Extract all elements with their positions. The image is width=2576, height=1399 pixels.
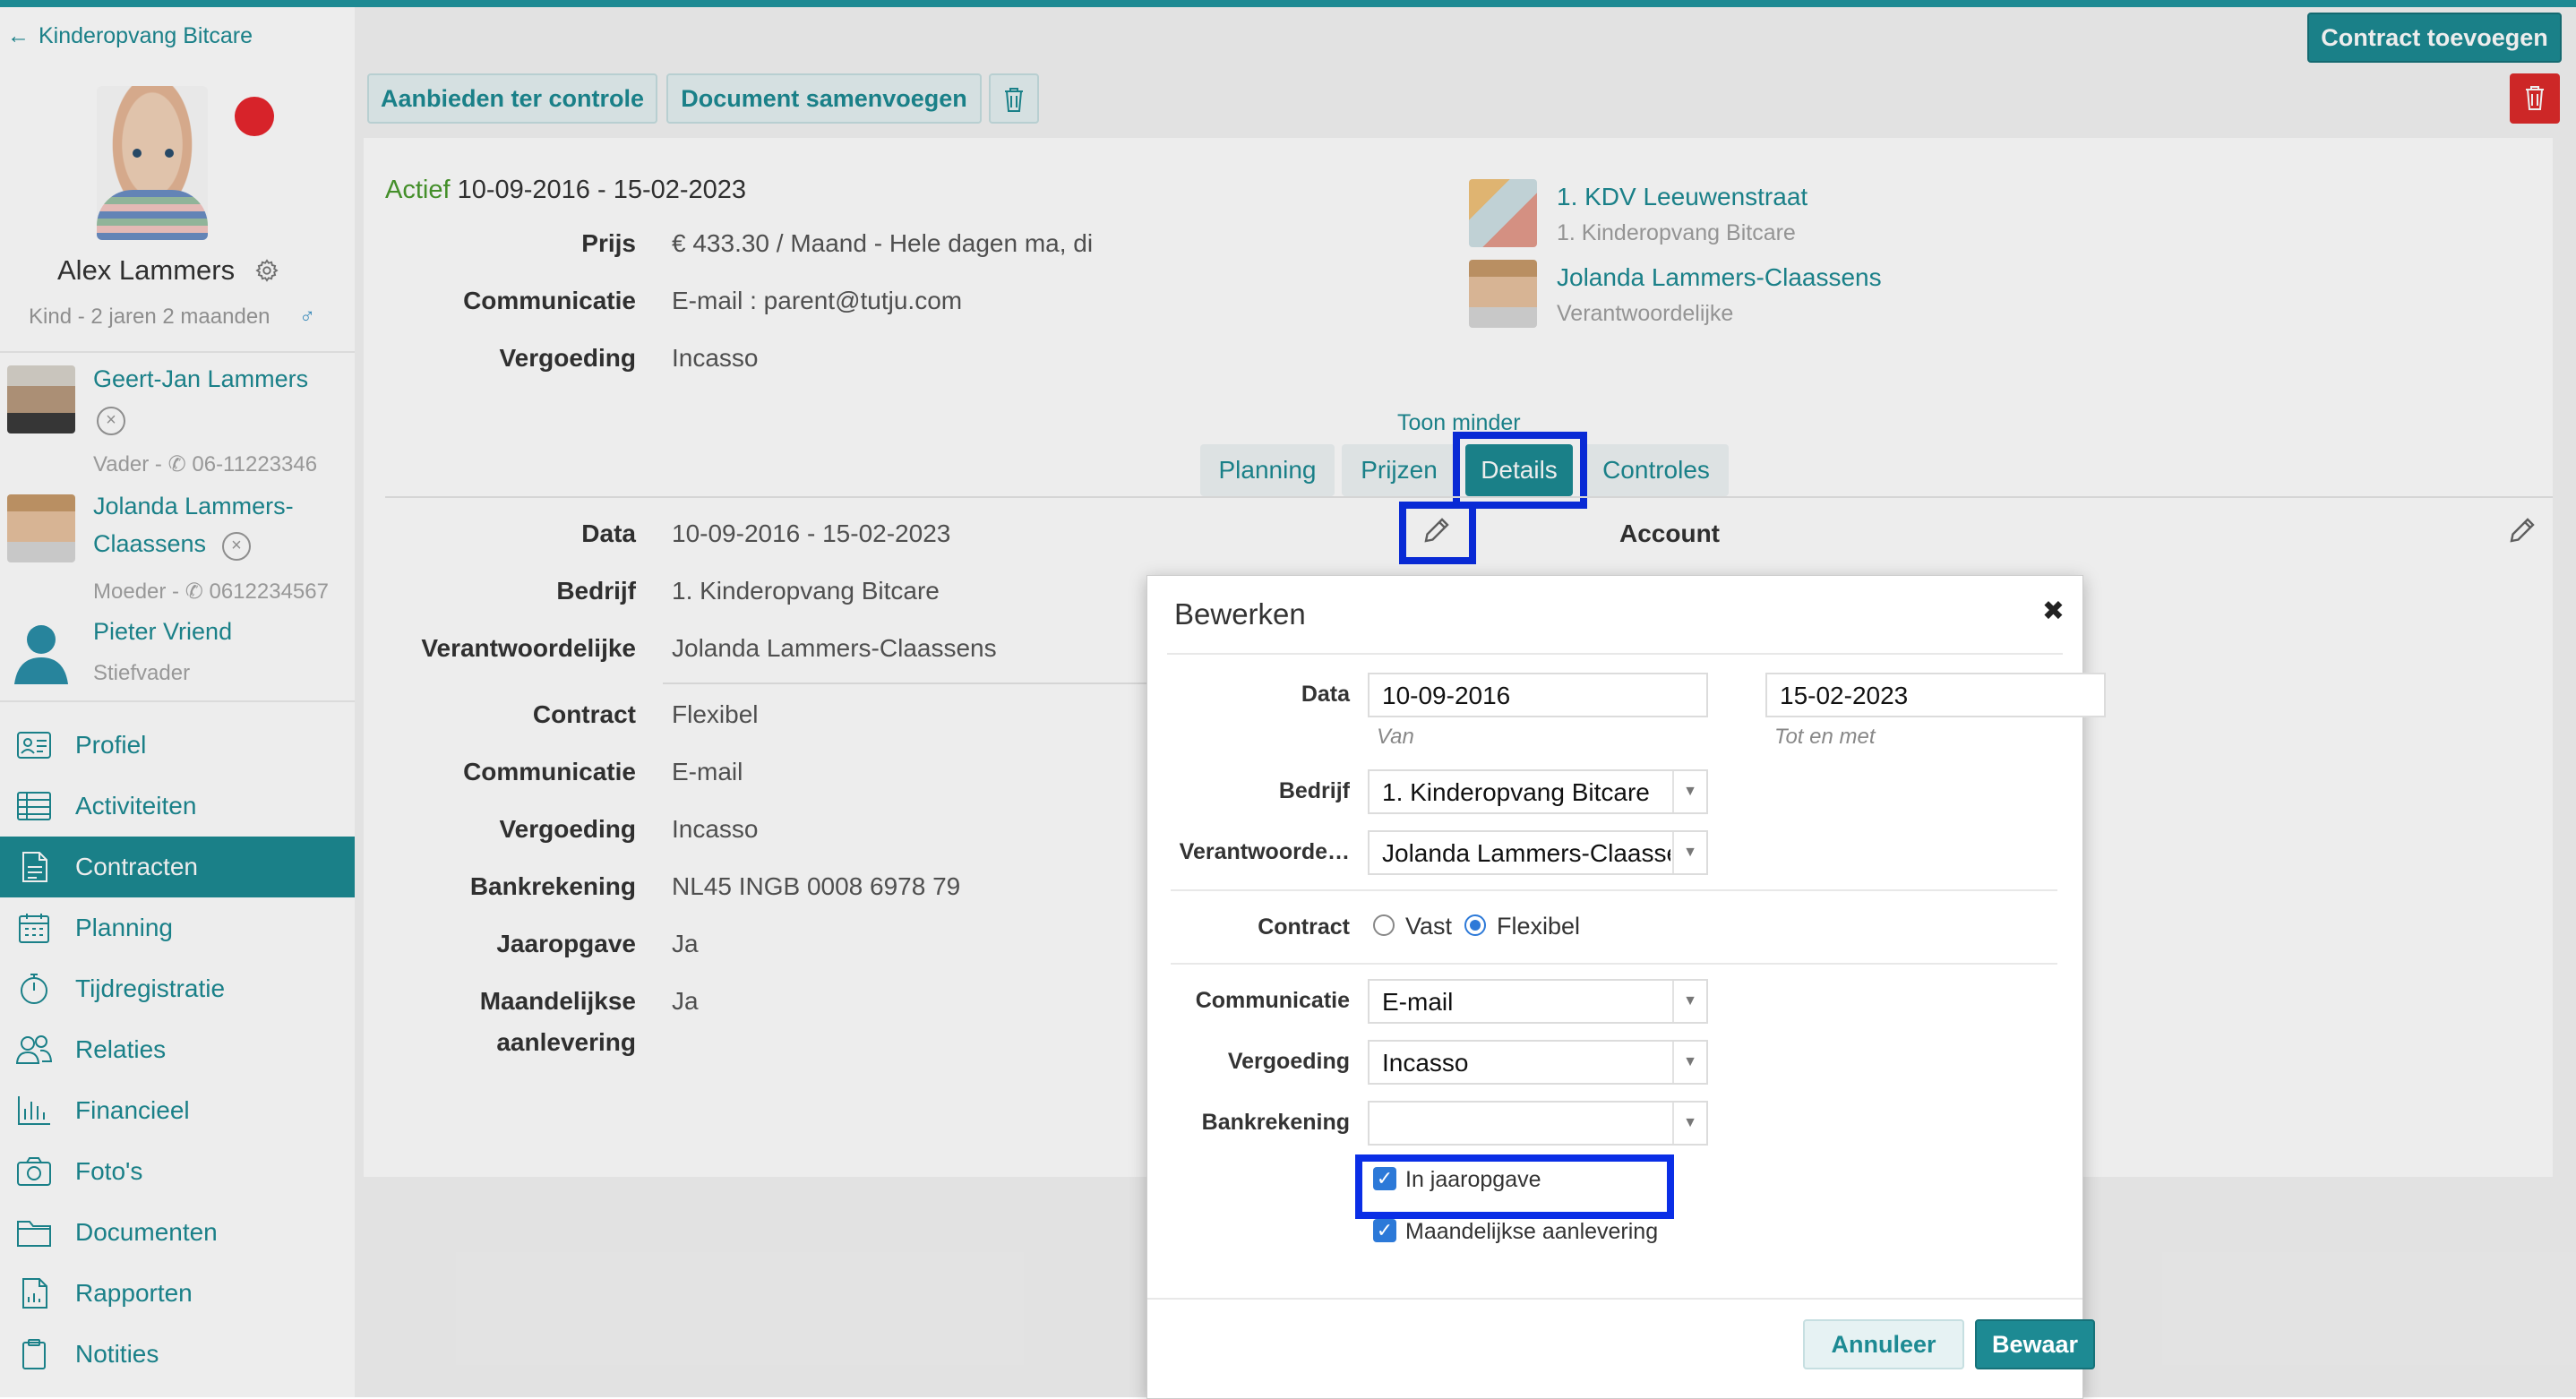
date-to-hint: Tot en met: [1774, 725, 1876, 749]
chevron-down-icon: ▼: [1672, 1042, 1706, 1083]
bank-label: Bankrekening: [1201, 1110, 1350, 1135]
radio-flexibel-label: Flexibel: [1497, 913, 1581, 940]
company-label: Bedrijf: [1278, 778, 1350, 803]
modal-title: Bewerken: [1174, 597, 1306, 631]
data-label: Data: [1301, 682, 1350, 707]
modal-backdrop-sidebar[interactable]: [0, 7, 355, 1397]
communication-select-value: E-mail: [1382, 988, 1454, 1016]
save-button[interactable]: Bewaar: [1975, 1319, 2095, 1369]
contract-label: Contract: [1258, 914, 1350, 940]
date-to-input[interactable]: 15-02-2023: [1765, 673, 2106, 717]
radio-flexibel[interactable]: [1464, 914, 1486, 936]
cancel-button[interactable]: Annuleer: [1803, 1319, 1964, 1369]
highlight-box: [1355, 1154, 1674, 1219]
communication-select[interactable]: E-mail ▼: [1368, 979, 1708, 1024]
bank-select[interactable]: ▼: [1368, 1101, 1708, 1146]
responsible-select[interactable]: Jolanda Lammers-Claassens ▼: [1368, 830, 1708, 875]
chevron-down-icon: ▼: [1672, 771, 1706, 812]
chevron-down-icon: ▼: [1672, 832, 1706, 873]
checkbox-monthly-label: Maandelijkse aanlevering: [1405, 1219, 1659, 1244]
company-select[interactable]: 1. Kinderopvang Bitcare ▼: [1368, 769, 1708, 814]
radio-vast-label: Vast: [1405, 913, 1453, 940]
radio-vast[interactable]: [1373, 914, 1395, 936]
divider: [1167, 653, 2063, 655]
compensation-label: Vergoeding: [1227, 1049, 1350, 1074]
communication-label: Communicatie: [1195, 988, 1350, 1013]
divider: [1147, 1298, 2082, 1300]
responsible-label: Verantwoorde…: [1179, 839, 1350, 864]
company-select-value: 1. Kinderopvang Bitcare: [1382, 778, 1650, 806]
date-from-input[interactable]: 10-09-2016: [1368, 673, 1708, 717]
edit-modal: Bewerken ✖ Data 10-09-2016 Van 15-02-202…: [1146, 575, 2106, 1399]
chevron-down-icon: ▼: [1672, 1103, 1706, 1144]
compensation-select-value: Incasso: [1382, 1049, 1469, 1077]
top-accent-bar: [0, 0, 2576, 7]
compensation-select[interactable]: Incasso ▼: [1368, 1040, 1708, 1085]
checkbox-monthly[interactable]: ✓: [1373, 1219, 1396, 1242]
date-from-hint: Van: [1377, 725, 1414, 749]
responsible-select-value: Jolanda Lammers-Claassens: [1382, 839, 1670, 867]
chevron-down-icon: ▼: [1672, 981, 1706, 1022]
divider: [1171, 963, 2057, 965]
divider: [1171, 889, 2057, 891]
close-icon[interactable]: ✖: [2042, 596, 2065, 627]
